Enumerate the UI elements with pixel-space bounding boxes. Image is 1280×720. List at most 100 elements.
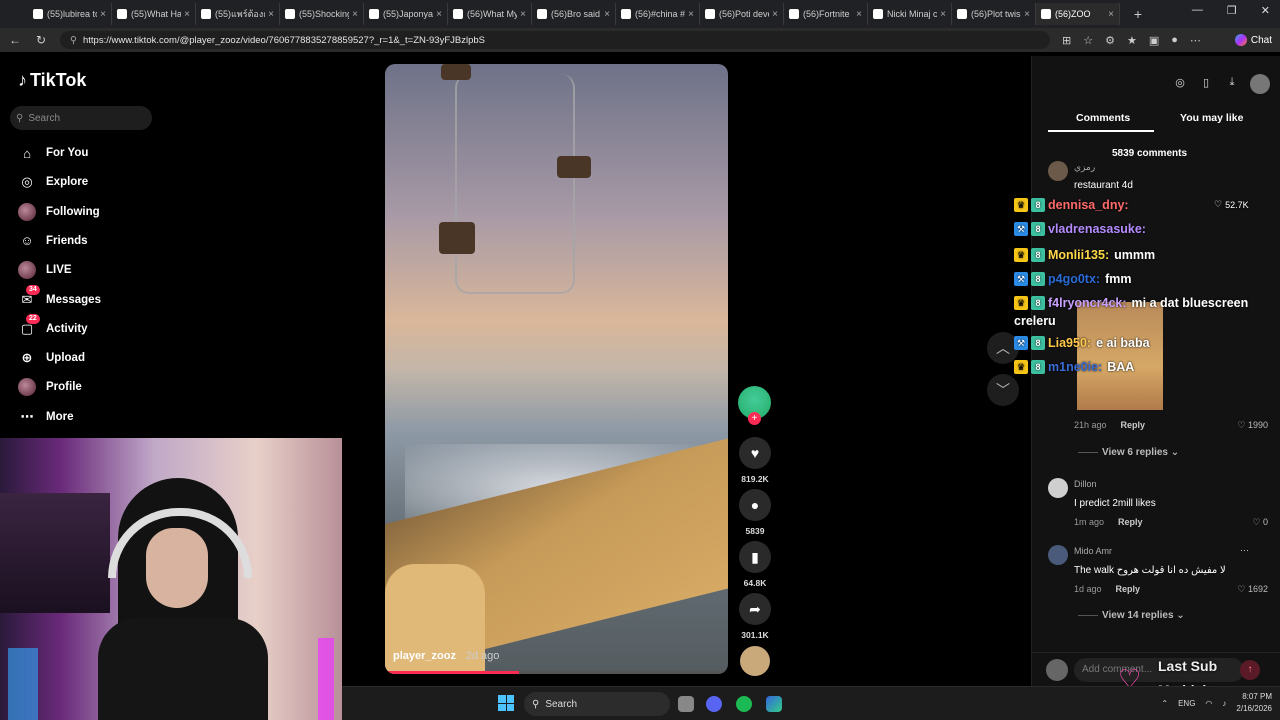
favorites-icon[interactable]: ★ [1127, 34, 1137, 47]
browser-tab[interactable]: (55)แพร์ต้องก × [196, 3, 280, 25]
chevron-down-icon[interactable]: ﹀ [987, 374, 1019, 406]
comment-more-icon[interactable]: ··· [1240, 545, 1249, 555]
browser-tab[interactable]: (56)ZOO × [1036, 3, 1120, 25]
bookmark-icon[interactable]: ▮ [739, 541, 771, 573]
share-icon[interactable]: ➦ [739, 593, 771, 625]
nav-item-for-you[interactable]: ⌂ For You [18, 142, 168, 164]
language-indicator[interactable]: ENG [1178, 699, 1195, 708]
discord-icon[interactable] [706, 696, 722, 712]
comment-user[interactable]: رمزي [1074, 162, 1095, 173]
tab-close-icon[interactable]: × [1108, 9, 1114, 20]
spotify-icon[interactable] [736, 696, 752, 712]
url-field[interactable]: ⚲ https://www.tiktok.com/@player_zooz/vi… [60, 31, 1050, 49]
wifi-icon[interactable]: ◠ [1205, 699, 1212, 708]
browser-tab[interactable]: Nicki Minaj c × [868, 3, 952, 25]
reply-button[interactable]: Reply [1116, 584, 1141, 594]
menu-dots-icon[interactable]: ⋯ [1190, 34, 1201, 47]
user-avatar[interactable] [1250, 74, 1270, 94]
volume-icon[interactable]: ♪ [1222, 699, 1226, 708]
comment-avatar[interactable] [1048, 161, 1068, 181]
tab-close-icon[interactable]: × [688, 9, 694, 20]
nav-item-upload[interactable]: ⊕ Upload [18, 347, 168, 369]
heart-icon[interactable]: ♥ [739, 437, 771, 469]
tab-you-may-like[interactable]: You may like [1180, 112, 1243, 124]
back-icon[interactable]: ← [8, 33, 22, 47]
extensions-icon[interactable]: ⚙ [1105, 34, 1115, 47]
nav-item-activity[interactable]: ▢ 22 Activity [18, 313, 168, 340]
comment-like[interactable]: ♡ 0 [1252, 517, 1268, 528]
reply-button[interactable]: Reply [1118, 517, 1143, 527]
comment-user[interactable]: Dillon [1074, 479, 1097, 489]
tab-close-icon[interactable]: × [100, 9, 106, 20]
comment-count: 5839 [745, 526, 765, 536]
new-tab-button[interactable]: + [1126, 6, 1150, 22]
tab-close-icon[interactable]: × [520, 9, 526, 20]
collections-icon[interactable]: ▣ [1149, 34, 1159, 47]
search-input[interactable]: ⚲ Search [10, 106, 152, 130]
nav-item-messages[interactable]: ✉ 34 Messages [18, 284, 168, 311]
tray-chevron-icon[interactable]: ⌃ [1161, 699, 1168, 708]
edge-icon[interactable] [766, 696, 782, 712]
browser-tab[interactable]: (55)Japonya × [364, 3, 448, 25]
comment-like[interactable]: ♡ 1990 [1237, 420, 1268, 431]
comment-icon[interactable]: ● [739, 489, 771, 521]
video-player[interactable]: player_zooz · 2d ago [385, 64, 728, 674]
view-replies-button[interactable]: View 6 replies ⌄ [1078, 447, 1179, 458]
browser-tab[interactable]: (56)Poti deve × [700, 3, 784, 25]
nav-item-live[interactable]: LIVE [18, 259, 168, 281]
tab-close-icon[interactable]: × [772, 9, 778, 20]
view-replies-button[interactable]: View 14 replies ⌄ [1078, 610, 1185, 621]
comment-avatar[interactable] [1048, 478, 1068, 498]
copilot-chat-button[interactable]: Chat [1234, 34, 1272, 46]
mobile-icon[interactable]: ▯ [1198, 76, 1214, 92]
nav-item-profile[interactable]: Profile [18, 376, 168, 398]
nav-item-more[interactable]: ⋯ More [18, 406, 168, 428]
video-progress-bar[interactable] [385, 671, 728, 674]
creator-avatar[interactable]: + [738, 386, 771, 425]
download-icon[interactable]: ⤓ [1224, 76, 1240, 92]
favorite-star-icon[interactable]: ☆ [1083, 34, 1093, 47]
taskbar-search[interactable]: ⚲ Search [524, 692, 670, 716]
nav-item-friends[interactable]: ☺ Friends [18, 230, 168, 252]
browser-tab[interactable]: (56)Fortnite × [784, 3, 868, 25]
browser-tab[interactable]: (56)#china # × [616, 3, 700, 25]
minimize-button[interactable]: — [1192, 4, 1203, 17]
close-window-button[interactable]: ✕ [1261, 4, 1270, 17]
browser-tab[interactable]: (56)Bro said × [532, 3, 616, 25]
tab-comments[interactable]: Comments [1076, 112, 1130, 124]
browser-tab[interactable]: (56)Plot twis × [952, 3, 1036, 25]
comment-like[interactable]: ♡ 1692 [1237, 584, 1268, 595]
comment-avatar[interactable] [1048, 545, 1068, 565]
comment-user[interactable]: Mido Amr [1074, 546, 1112, 556]
windows-start-icon[interactable] [498, 695, 514, 711]
clock[interactable]: 8:07 PM 2/16/2026 [1236, 691, 1272, 715]
browser-tab[interactable]: (55)What Hap× [112, 3, 196, 25]
tab-close-icon[interactable]: × [268, 9, 274, 20]
reply-button[interactable]: Reply [1121, 420, 1146, 430]
follow-plus-icon[interactable]: + [748, 412, 761, 425]
send-arrow-icon[interactable]: ↑ [1240, 660, 1260, 680]
tab-close-icon[interactable]: × [940, 9, 946, 20]
tab-close-icon[interactable]: × [184, 9, 190, 20]
nav-item-following[interactable]: Following [18, 201, 168, 223]
tiktok-logo[interactable]: ♪ TikTok [18, 70, 86, 91]
explore-icon[interactable]: ◎ [1172, 76, 1188, 92]
music-disc-icon[interactable] [740, 646, 770, 676]
refresh-icon[interactable]: ↻ [34, 33, 48, 47]
tab-close-icon[interactable]: × [856, 9, 862, 20]
tab-close-icon[interactable]: × [1024, 9, 1030, 20]
profile-icon[interactable]: ● [1171, 34, 1178, 47]
browser-tab[interactable]: (55)Shocking × [280, 3, 364, 25]
video-author[interactable]: player_zooz [393, 650, 456, 662]
file-explorer-icon[interactable] [678, 696, 694, 712]
browser-tab[interactable]: (56)What My × [448, 3, 532, 25]
maximize-button[interactable]: ❐ [1227, 4, 1237, 17]
comment-image[interactable] [1077, 302, 1163, 410]
tab-close-icon[interactable]: × [604, 9, 610, 20]
split-screen-icon[interactable]: ⊞ [1062, 34, 1071, 47]
tab-close-icon[interactable]: × [352, 9, 358, 20]
site-info-icon[interactable]: ⚲ [70, 35, 77, 46]
browser-tab[interactable]: (55)lubirea to × [28, 3, 112, 25]
nav-item-explore[interactable]: ◎ Explore [18, 171, 168, 193]
tab-close-icon[interactable]: × [436, 9, 442, 20]
